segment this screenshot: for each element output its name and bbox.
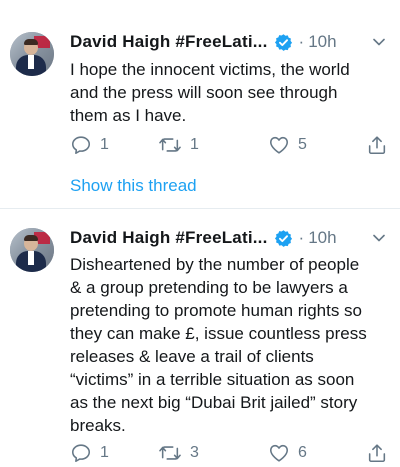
- tweet-header: David Haigh #FreeLati... · 10h: [70, 29, 337, 55]
- reply-button[interactable]: 1: [70, 441, 109, 465]
- avatar[interactable]: [10, 32, 54, 76]
- timestamp[interactable]: 10h: [308, 32, 336, 52]
- tweet-actions: 1 1 5: [70, 133, 390, 157]
- heart-icon: [269, 136, 289, 154]
- like-count: 5: [298, 136, 307, 153]
- tweet-header: David Haigh #FreeLati... · 10h: [70, 225, 337, 251]
- retweet-icon: [159, 138, 181, 152]
- tweet[interactable]: David Haigh #FreeLati... · 10h Dishearte…: [0, 209, 400, 467]
- chevron-down-icon[interactable]: [372, 35, 386, 49]
- separator-dot: ·: [298, 228, 305, 247]
- tweet-text: I hope the innocent victims, the world a…: [70, 60, 350, 125]
- like-count: 6: [298, 444, 307, 461]
- verified-badge-icon: [274, 33, 292, 51]
- tweet-actions: 1 3 6: [70, 441, 390, 465]
- retweet-button[interactable]: 1: [158, 133, 199, 157]
- retweet-button[interactable]: 3: [158, 441, 199, 465]
- chevron-down-icon[interactable]: [372, 231, 386, 245]
- timestamp[interactable]: 10h: [308, 228, 336, 248]
- share-icon: [368, 136, 386, 155]
- reply-count: 1: [100, 444, 109, 461]
- like-button[interactable]: 6: [268, 441, 307, 465]
- heart-icon: [269, 444, 289, 462]
- reply-icon: [71, 136, 91, 155]
- reply-count: 1: [100, 136, 109, 153]
- like-button[interactable]: 5: [268, 133, 307, 157]
- author-name[interactable]: David Haigh #FreeLati...: [70, 228, 268, 248]
- tweet-text: Disheartened by the number of people & a…: [70, 255, 367, 435]
- share-button[interactable]: [366, 441, 388, 465]
- show-thread-link[interactable]: Show this thread: [70, 176, 197, 196]
- retweet-count: 1: [190, 136, 199, 153]
- tweet[interactable]: David Haigh #FreeLati... · 10h I hope th…: [0, 0, 400, 208]
- avatar[interactable]: [10, 228, 54, 272]
- separator-dot: ·: [298, 32, 305, 51]
- author-name[interactable]: David Haigh #FreeLati...: [70, 32, 268, 52]
- share-icon: [368, 444, 386, 463]
- retweet-count: 3: [190, 444, 199, 461]
- retweet-icon: [159, 446, 181, 460]
- reply-button[interactable]: 1: [70, 133, 109, 157]
- verified-badge-icon: [274, 229, 292, 247]
- share-button[interactable]: [366, 133, 388, 157]
- reply-icon: [71, 444, 91, 463]
